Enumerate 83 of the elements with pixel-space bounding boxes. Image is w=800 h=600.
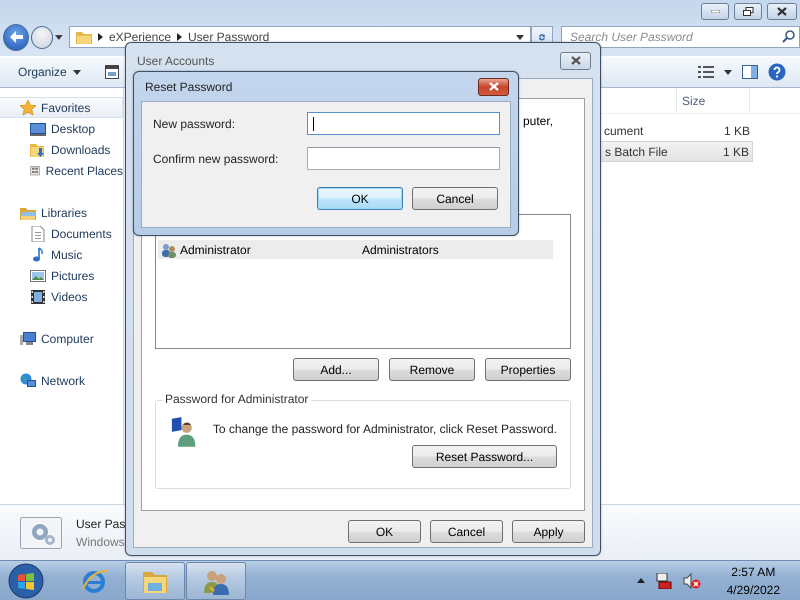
file-size: 1 KB [722,144,749,158]
nav-item[interactable]: Videos [0,286,123,307]
dialog-title: Reset Password [145,80,232,94]
organize-menu[interactable]: Organize [18,65,81,79]
close-icon [488,82,498,91]
monitor-icon [30,120,46,136]
restore-button[interactable] [734,3,762,20]
button[interactable]: Remove [389,358,475,381]
button[interactable]: OK [317,187,403,210]
column-header[interactable]: Size [676,88,750,113]
taskbar-button[interactable] [186,562,246,600]
clock-date[interactable]: 4/29/2022 [726,582,780,596]
address-dropdown-icon[interactable] [516,34,524,40]
globe-icon [20,372,36,388]
breadcrumb-item[interactable]: eXPerience [108,30,171,44]
file-name: s Batch File [605,144,668,158]
close-button[interactable] [478,78,509,96]
folder-icon [76,30,92,44]
download-folder-icon [30,142,46,158]
preview-pane-icon[interactable] [742,65,758,79]
start-orb-icon [8,562,44,598]
minimize-button[interactable] [701,3,729,20]
search-icon [782,30,795,43]
nav-item[interactable]: Favorites [0,97,123,118]
close-icon [777,7,787,16]
button[interactable]: Properties [485,358,571,381]
details-title: User Pas [76,516,126,530]
close-button[interactable] [767,3,797,20]
user-row[interactable]: Administrator Administrators [158,240,553,259]
instruction-text: To change the password for Administrator, click Reset Password. [212,421,557,436]
computer-icon [20,330,36,346]
field-label: Confirm new password: [153,152,280,166]
description-text: puter, [523,114,554,130]
file-name: cument [604,124,644,138]
help-icon[interactable] [768,63,786,81]
file-size: 1 KB [724,124,750,138]
users-icon [161,242,177,258]
show-hidden-icons-button[interactable] [636,578,645,583]
button[interactable]: Cancel [412,187,498,210]
password-field[interactable] [307,112,500,135]
nav-item[interactable]: Music [0,244,123,265]
back-arrow-icon [9,31,24,43]
nav-item[interactable]: Libraries [0,202,123,223]
password-field[interactable] [307,147,500,170]
nav-item[interactable]: Network [0,370,123,391]
picture-icon [30,268,46,284]
forward-button[interactable] [31,26,54,48]
dialog-title: User Accounts [137,54,214,68]
nav-item[interactable]: Desktop [0,118,123,139]
nav-item[interactable]: Pictures [0,265,123,286]
breadcrumb-item[interactable]: User Password [188,30,270,44]
chevron-icon [98,33,103,41]
music-note-icon [30,246,46,262]
nav-item[interactable]: Documents [0,223,123,244]
search-field[interactable]: Search User Password [561,26,800,48]
restore-icon [742,7,754,16]
taskbar-button[interactable] [125,562,185,600]
view-dropdown-icon [724,70,732,74]
close-icon [570,56,580,65]
nav-item[interactable]: Downloads [0,139,123,160]
details-subtitle: Windows [76,534,126,548]
back-button[interactable] [3,24,30,50]
button[interactable]: Reset Password... [412,445,557,468]
history-dropdown-icon[interactable] [55,34,63,40]
document-icon [30,226,46,242]
clock-time[interactable]: 2:57 AM [731,564,776,578]
network-warning-icon[interactable] [654,572,673,588]
view-list-icon[interactable] [698,66,714,78]
gear-window-icon [20,516,62,548]
minimize-icon [710,10,720,13]
star-icon [20,100,36,116]
caret-icon [72,70,81,74]
file-row[interactable]: s Batch File 1 KB [598,141,753,162]
muted-speaker-icon[interactable] [682,572,701,588]
chevron-icon [177,33,182,41]
group-title: Password for Administrator [162,392,312,406]
refresh-icon [538,31,546,43]
window-icon[interactable] [104,65,119,79]
nav-item[interactable]: Computer [0,328,123,349]
nav-item[interactable]: Recent Places [0,160,123,181]
field-label: New password: [153,116,236,130]
button[interactable]: Add... [293,358,379,381]
film-icon [30,288,46,304]
